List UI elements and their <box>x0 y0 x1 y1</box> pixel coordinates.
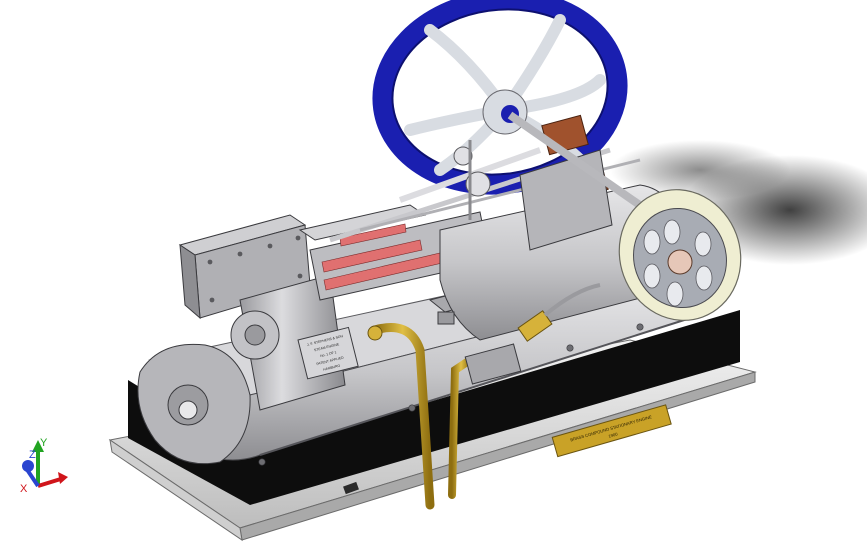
cylinder-cover-hub <box>244 324 266 346</box>
x-axis-label: X <box>20 483 28 495</box>
pulley-hub <box>667 249 693 275</box>
engine-model[interactable]: BRASS COMPOUND STATIONARY ENGINE 1900 J.… <box>0 0 867 544</box>
axis-triad: Y X Z <box>20 437 68 495</box>
cad-viewport[interactable]: BRASS COMPOUND STATIONARY ENGINE 1900 J.… <box>0 0 867 544</box>
pipe-union <box>367 325 383 341</box>
x-axis-head <box>58 472 68 484</box>
crank-nut[interactable] <box>178 400 198 420</box>
z-axis-head <box>22 460 34 472</box>
oil-cup[interactable] <box>437 311 455 325</box>
z-axis-label: Z <box>29 449 36 461</box>
y-axis-label: Y <box>40 437 48 449</box>
